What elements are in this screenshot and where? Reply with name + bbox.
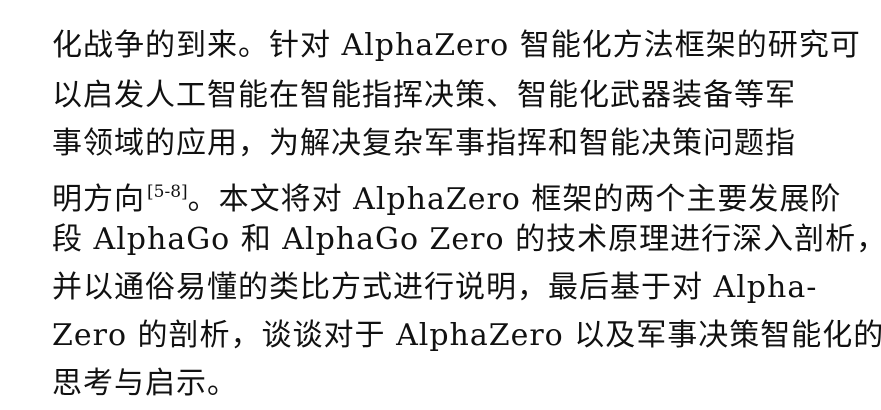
- line-4-text: 。本文将对 AlphaZero 框架的两个主要发展阶: [187, 182, 842, 217]
- paragraph-line-8: 思考与启示。: [52, 366, 238, 401]
- paragraph-line-7: Zero 的剖析，谈谈对于 AlphaZero 以及军事决策智能化的: [52, 318, 881, 353]
- paragraph-line-3: 事领域的应用，为解决复杂军事指挥和智能决策问题指: [52, 126, 796, 161]
- document-page: 化战争的到来。针对 AlphaZero 智能化方法框架的研究可 以启发人工智能在…: [0, 0, 881, 410]
- paragraph-line-6: 并以通俗易懂的类比方式进行说明，最后基于对 Alpha-: [52, 270, 818, 305]
- paragraph-line-5: 段 AlphaGo 和 AlphaGo Zero 的技术原理进行深入剖析，: [52, 222, 881, 257]
- line-4-prefix: 明方向: [52, 182, 145, 217]
- citation-reference[interactable]: [5-8]: [147, 182, 188, 202]
- paragraph-line-2: 以启发人工智能在智能指挥决策、智能化武器装备等军: [52, 78, 796, 113]
- paragraph-line-1: 化战争的到来。针对 AlphaZero 智能化方法框架的研究可: [52, 28, 861, 63]
- paragraph-line-4: 明方向 [5-8]。本文将对 AlphaZero 框架的两个主要发展阶: [52, 172, 852, 220]
